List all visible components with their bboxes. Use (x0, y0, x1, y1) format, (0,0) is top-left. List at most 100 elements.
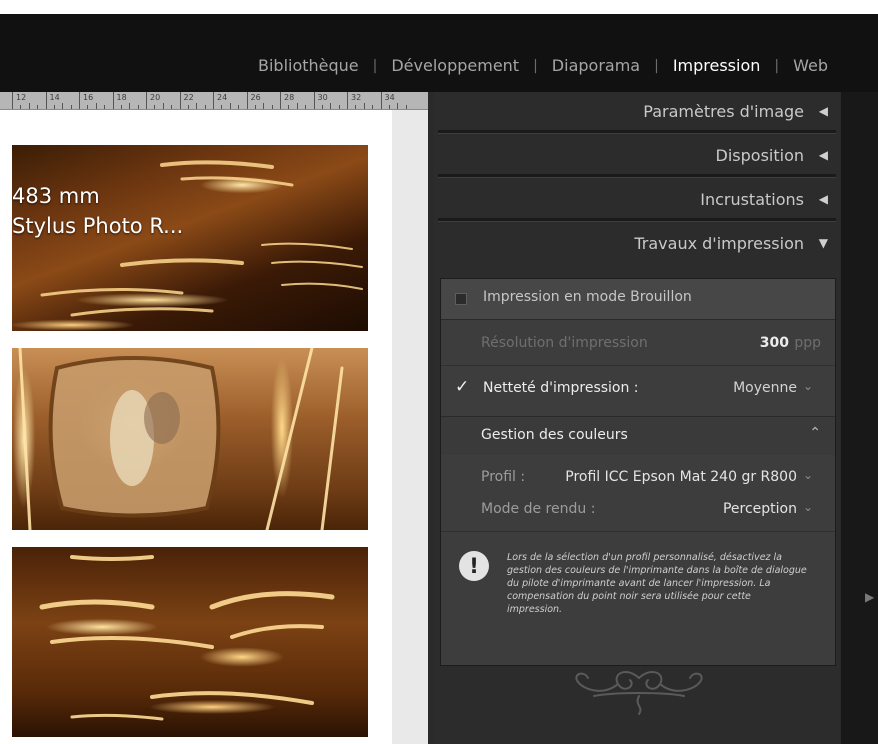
draft-mode-label: Impression en mode Brouillon (483, 289, 692, 305)
photo-cell-3[interactable] (12, 547, 368, 737)
chevron-down-icon[interactable]: ⌄ (803, 379, 813, 393)
panel-print-job-label: Travaux d'impression (634, 234, 804, 253)
ruler-minor-tick (137, 105, 139, 109)
ruler-major-tick (79, 92, 80, 109)
profile-row: Profil : Profil ICC Epson Mat 240 gr R80… (441, 463, 835, 495)
module-develop[interactable]: Développement (391, 56, 519, 75)
ruler-minor-tick (397, 103, 399, 109)
ruler-minor-tick (204, 105, 206, 109)
profile-dropdown[interactable]: Profil ICC Epson Mat 240 gr R800 (565, 469, 797, 485)
print-job-section: Impression en mode Brouillon Résolution … (440, 278, 836, 666)
ruler-label: 22 (183, 93, 194, 102)
collapsed-triangle-icon: ◀ (818, 104, 828, 118)
panel-image-settings-label: Paramètres d'image (643, 102, 804, 121)
carousel-panel-image (18, 348, 344, 530)
overlay-line-size: 483 mm (12, 184, 100, 208)
draft-mode-checkbox[interactable] (455, 293, 467, 305)
sharpening-dropdown[interactable]: Moyenne (733, 380, 797, 396)
ruler-minor-tick (338, 105, 340, 109)
ruler-minor-tick (95, 103, 97, 109)
ruler-major-tick (45, 92, 47, 109)
ruler-label: 32 (351, 93, 362, 102)
overlay-line-printer: Stylus Photo R... (12, 214, 184, 238)
panel-overlays[interactable]: Incrustations ◀ (434, 182, 840, 216)
lightroom-window: Bibliothèque | Développement | Diaporama… (0, 14, 878, 744)
ruler-minor-tick (62, 103, 64, 109)
ruler-label: 20 (150, 93, 161, 102)
color-management-header[interactable]: Gestion des couleurs ⌃ (441, 417, 835, 455)
module-picker: Bibliothèque | Développement | Diaporama… (0, 14, 878, 92)
ruler-major-tick (280, 92, 281, 109)
module-web[interactable]: Web (793, 56, 828, 75)
draft-mode-row[interactable]: Impression en mode Brouillon (441, 279, 835, 320)
collapsed-triangle-icon: ◀ (818, 148, 828, 162)
horizontal-ruler: 12 14 16 18 20 22 24 26 28 30 32 34 (0, 92, 428, 110)
ruler-label: 30 (317, 93, 328, 102)
chevron-down-icon[interactable]: ⌄ (803, 468, 813, 482)
print-page: 483 mm Stylus Photo R... (0, 110, 392, 744)
resolution-value: 300 (759, 335, 789, 351)
module-separator: | (774, 57, 780, 74)
panel-separator (438, 130, 836, 134)
sharpening-checkbox[interactable]: ✓ (455, 377, 469, 397)
ruler-minor-tick (321, 105, 323, 109)
rendering-intent-label: Mode de rendu : (481, 501, 596, 517)
resolution-label: Résolution d'impression (481, 335, 648, 351)
panel-separator (438, 218, 836, 222)
ruler-minor-tick (70, 105, 72, 109)
ruler-minor-tick (288, 105, 290, 109)
rendering-intent-dropdown[interactable]: Perception (723, 501, 797, 517)
module-separator: | (533, 57, 538, 74)
ruler-major-tick (12, 92, 13, 109)
module-print[interactable]: Impression (673, 56, 761, 75)
photo-overlay-text: 483 mm Stylus Photo R... (12, 181, 183, 241)
module-separator: | (372, 57, 378, 74)
panel-print-job[interactable]: Travaux d'impression ▼ (434, 226, 840, 260)
ruler-minor-tick (53, 105, 55, 109)
ruler-minor-tick (363, 103, 365, 109)
ruler-minor-tick (171, 105, 173, 109)
ruler-label: 34 (384, 93, 395, 102)
ruler-major-tick (112, 92, 114, 109)
ruler-minor-tick (37, 105, 39, 109)
ruler-major-tick (146, 92, 147, 109)
resolution-unit: ppp (794, 335, 821, 351)
ruler-minor-tick (154, 105, 156, 109)
ruler-minor-tick (388, 105, 390, 109)
ruler-minor-tick (405, 105, 407, 109)
ruler-label: 18 (116, 93, 127, 102)
ruler-minor-tick (129, 103, 131, 109)
sharpening-label: Netteté d'impression : (483, 380, 639, 396)
ruler-ticks: 12 14 16 18 20 22 24 26 28 30 32 34 (0, 92, 428, 109)
ruler-minor-tick (20, 105, 22, 109)
expanded-triangle-icon: ▼ (818, 236, 828, 250)
right-panel-collapse-strip[interactable]: ▶ (840, 92, 878, 744)
ruler-minor-tick (221, 105, 223, 109)
ruler-minor-tick (355, 105, 357, 109)
module-slideshow[interactable]: Diaporama (552, 56, 640, 75)
color-management-label: Gestion des couleurs (481, 427, 628, 443)
ruler-minor-tick (162, 103, 164, 109)
module-library[interactable]: Bibliothèque (258, 56, 359, 75)
panel-separator (438, 174, 836, 178)
photo-cell-2[interactable] (12, 348, 368, 530)
profile-label: Profil : (481, 469, 526, 485)
chevron-down-icon[interactable]: ⌄ (803, 500, 813, 514)
ruler-minor-tick (187, 105, 189, 109)
photo-cell-1[interactable]: 483 mm Stylus Photo R... (12, 145, 368, 331)
print-sharpening-row: ✓ Netteté d'impression : Moyenne ⌄ (441, 366, 835, 417)
rendering-intent-row: Mode de rendu : Perception ⌄ (441, 495, 835, 532)
color-warning: ! Lors de la sélection d'un profil perso… (441, 535, 835, 660)
ruler-label: 26 (250, 93, 261, 102)
ruler-major-tick (313, 92, 315, 109)
ruler-label: 28 (284, 93, 295, 102)
warning-icon: ! (459, 551, 489, 581)
ruler-major-tick (246, 92, 248, 109)
side-panel-arrow-icon[interactable]: ▶ (865, 590, 874, 604)
ruler-minor-tick (87, 105, 89, 109)
panel-layout[interactable]: Disposition ◀ (434, 138, 840, 172)
ruler-minor-tick (330, 103, 332, 109)
panel-image-settings[interactable]: Paramètres d'image ◀ (434, 94, 840, 128)
ruler-minor-tick (372, 105, 374, 109)
collapse-chevrons-icon[interactable]: ⌃ (809, 425, 821, 441)
